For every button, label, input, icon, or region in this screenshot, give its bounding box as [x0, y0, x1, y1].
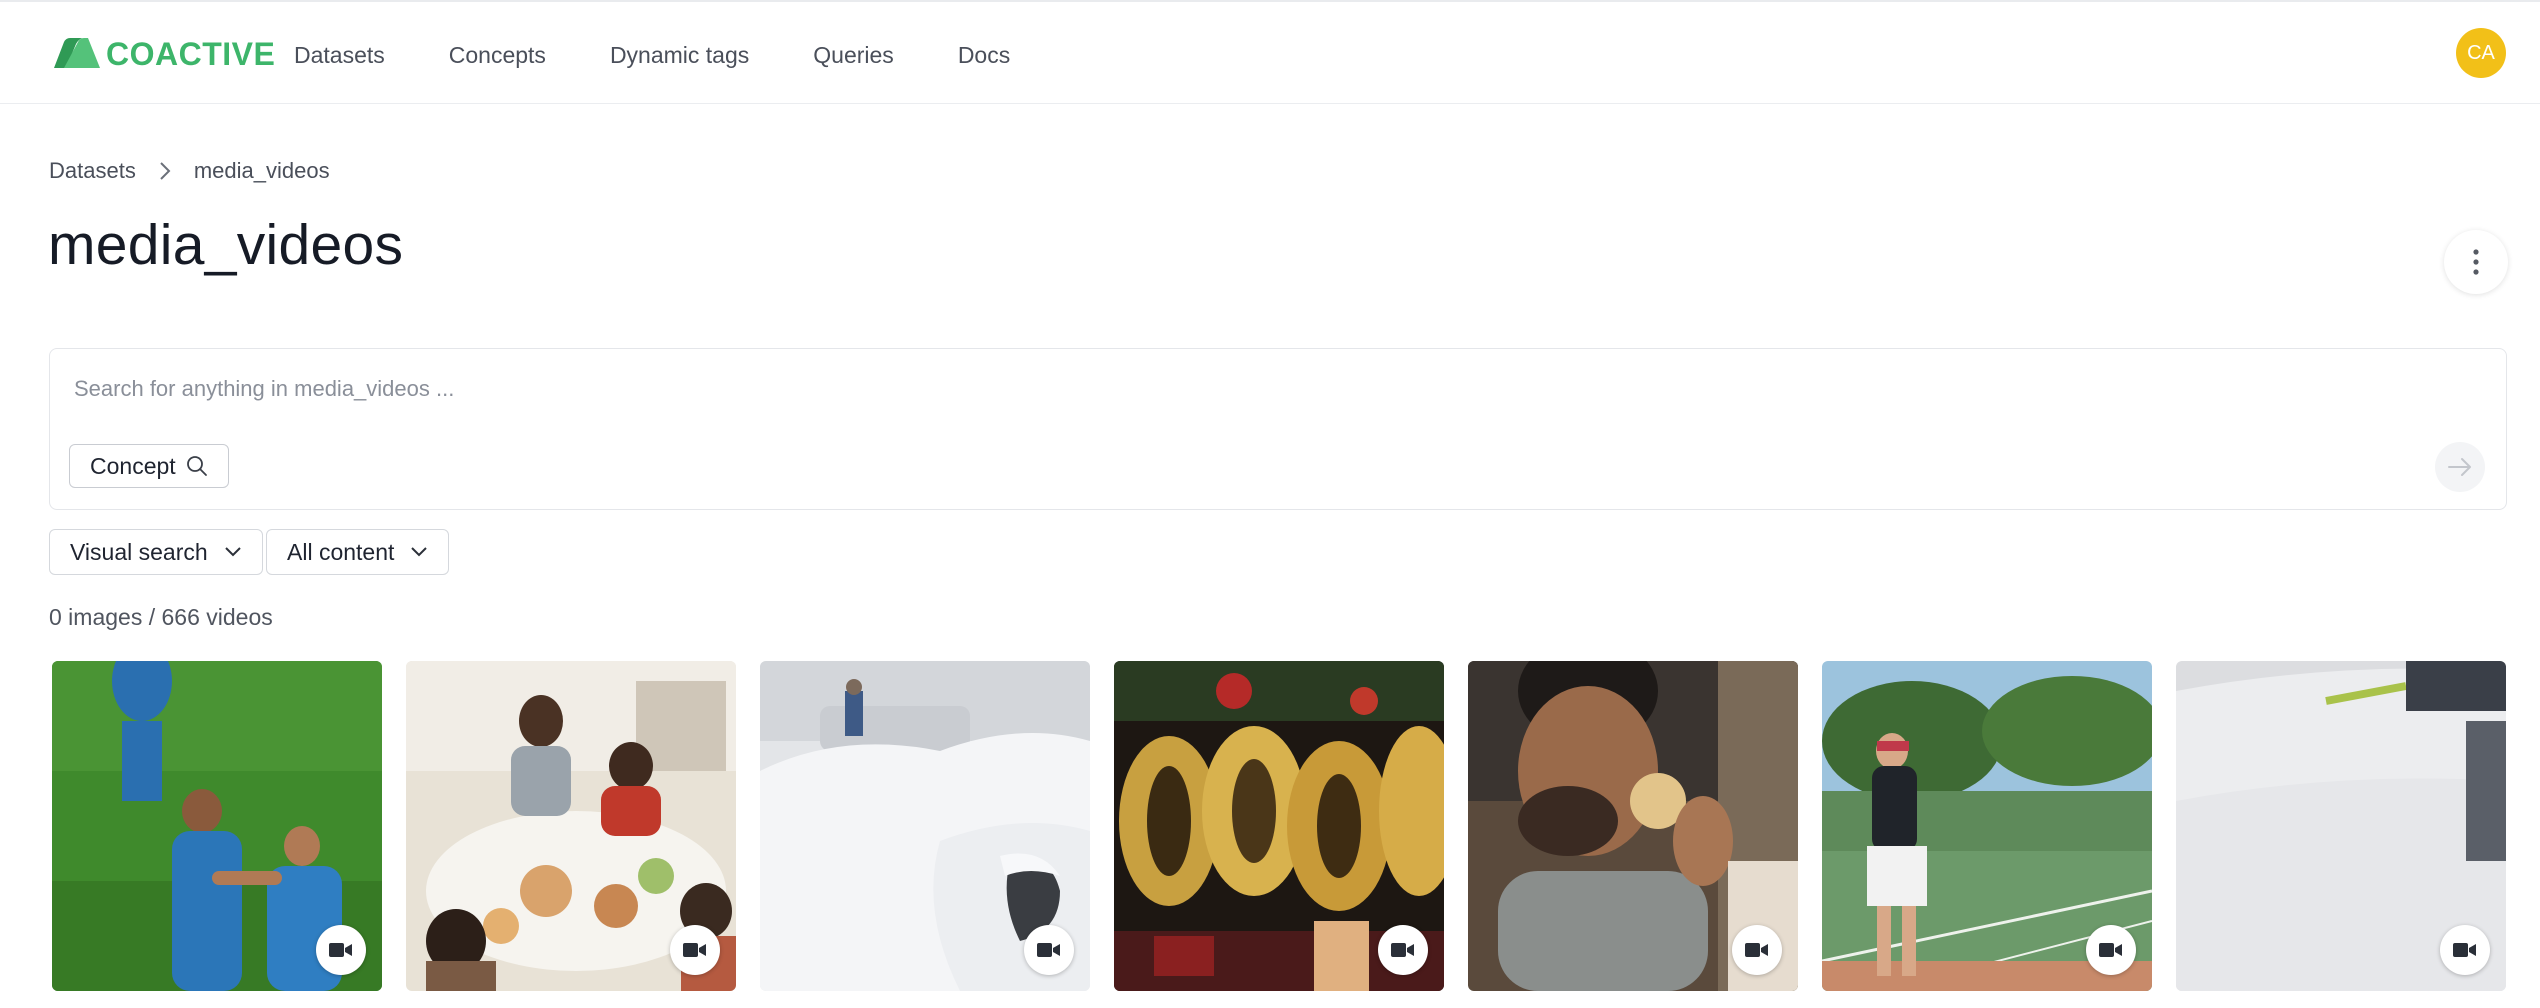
- result-counts: 0 images / 666 videos: [49, 604, 273, 630]
- page-title: media_videos: [48, 213, 404, 277]
- video-badge: [1024, 925, 1074, 975]
- video-thumbnail[interactable]: [1114, 661, 1444, 991]
- video-camera-icon: [683, 943, 706, 957]
- chevron-down-icon: [224, 547, 241, 557]
- nav-concepts[interactable]: Concepts: [449, 40, 546, 70]
- video-camera-icon: [329, 943, 352, 957]
- video-thumbnail[interactable]: [1468, 661, 1798, 991]
- breadcrumb: Datasets media_videos: [49, 158, 330, 184]
- video-camera-icon: [2099, 943, 2122, 957]
- nav-queries[interactable]: Queries: [813, 40, 894, 70]
- kebab-menu-icon: [2473, 249, 2479, 275]
- search-mode-label: Visual search: [70, 538, 208, 565]
- more-options-button[interactable]: [2444, 230, 2508, 294]
- breadcrumb-datasets-link[interactable]: Datasets: [49, 158, 136, 184]
- user-avatar[interactable]: CA: [2456, 28, 2506, 78]
- content-type-dropdown[interactable]: All content: [266, 529, 450, 575]
- video-camera-icon: [1391, 943, 1414, 957]
- video-thumbnail[interactable]: [1822, 661, 2152, 991]
- search-panel: Concept: [49, 348, 2507, 510]
- content-type-label: All content: [287, 538, 395, 565]
- concept-search-chip[interactable]: Concept: [69, 444, 229, 488]
- search-input[interactable]: [74, 371, 2274, 407]
- chevron-right-icon: [158, 160, 172, 182]
- video-badge: [670, 925, 720, 975]
- coactive-logo[interactable]: COACTIVE: [48, 34, 275, 74]
- video-badge: [2440, 925, 2490, 975]
- video-thumbnail[interactable]: [2176, 661, 2506, 991]
- logo-text: COACTIVE: [106, 36, 276, 72]
- top-navbar: COACTIVE Datasets Concepts Dynamic tags …: [0, 2, 2540, 104]
- video-badge: [316, 925, 366, 975]
- video-thumbnail[interactable]: [760, 661, 1090, 991]
- video-camera-icon: [1037, 943, 1060, 957]
- chevron-down-icon: [411, 547, 428, 557]
- arrow-right-icon: [2448, 458, 2471, 476]
- video-camera-icon: [1745, 943, 1768, 957]
- breadcrumb-current: media_videos: [193, 158, 330, 183]
- video-camera-icon: [2453, 943, 2476, 957]
- main-nav: Datasets Concepts Dynamic tags Queries D…: [294, 40, 1074, 70]
- video-thumbnail[interactable]: [52, 661, 382, 991]
- nav-dynamic-tags[interactable]: Dynamic tags: [610, 40, 749, 70]
- video-badge: [1378, 925, 1428, 975]
- nav-docs[interactable]: Docs: [958, 40, 1010, 70]
- logo-mark-icon: [54, 38, 100, 68]
- search-mode-dropdown[interactable]: Visual search: [49, 529, 263, 575]
- nav-datasets[interactable]: Datasets: [294, 40, 385, 70]
- concept-chip-label: Concept: [90, 452, 176, 479]
- video-thumbnail[interactable]: [406, 661, 736, 991]
- video-badge: [2086, 925, 2136, 975]
- search-submit-button[interactable]: [2435, 442, 2485, 492]
- search-icon: [186, 456, 207, 476]
- video-badge: [1732, 925, 1782, 975]
